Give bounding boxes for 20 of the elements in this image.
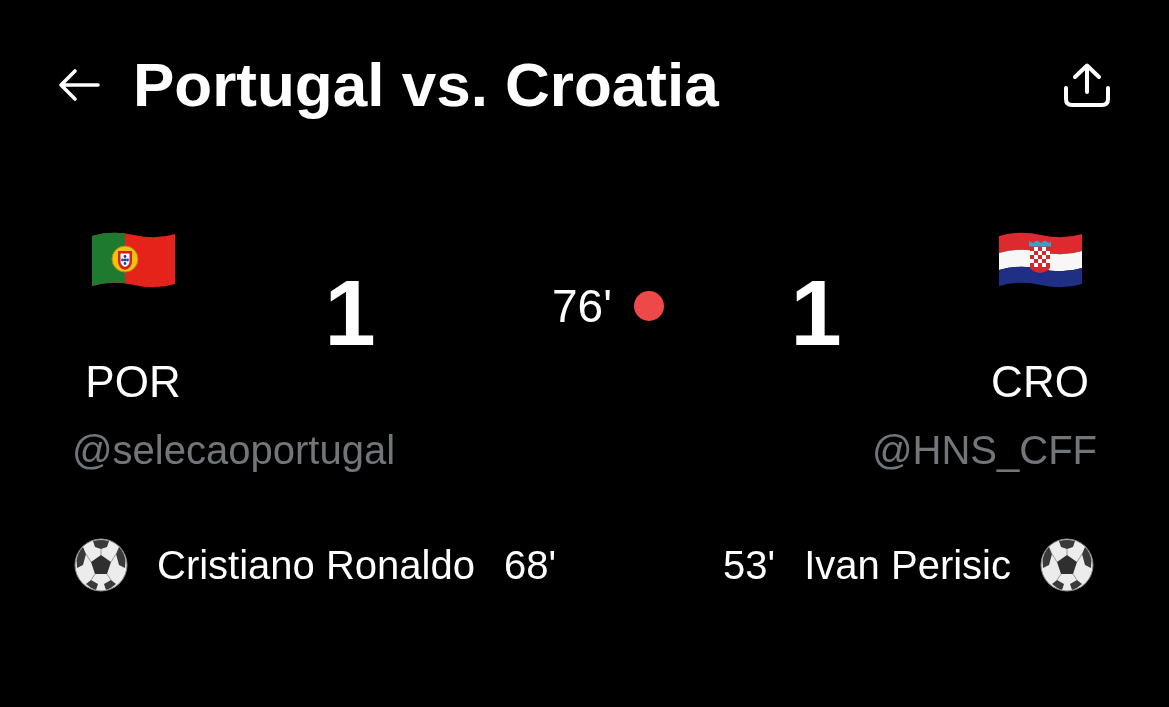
page-title: Portugal vs. Croatia — [133, 49, 720, 121]
back-button[interactable] — [57, 68, 100, 102]
croatia-flag-icon — [996, 230, 1084, 290]
soccer-ball-icon — [1040, 538, 1094, 592]
share-button[interactable] — [1062, 62, 1112, 108]
back-arrow-icon — [57, 68, 100, 102]
goal-minute: 68' — [503, 542, 557, 589]
portugal-flag-icon — [89, 230, 177, 290]
soccer-ball-icon — [74, 538, 128, 592]
scorer-name: Ivan Perisic — [804, 542, 1011, 589]
team-handle[interactable]: @selecaoportugal — [72, 426, 396, 474]
team-code: POR — [85, 356, 181, 408]
team-score: 1 — [790, 263, 842, 363]
team-handle[interactable]: @HNS_CFF — [871, 426, 1097, 474]
match-clock: 76' — [552, 279, 612, 333]
scorer-name: Cristiano Ronaldo — [157, 542, 475, 589]
team-score: 1 — [324, 263, 376, 363]
share-icon — [1062, 62, 1112, 108]
goal-minute: 53' — [723, 542, 776, 589]
team-code: CRO — [991, 356, 1089, 408]
